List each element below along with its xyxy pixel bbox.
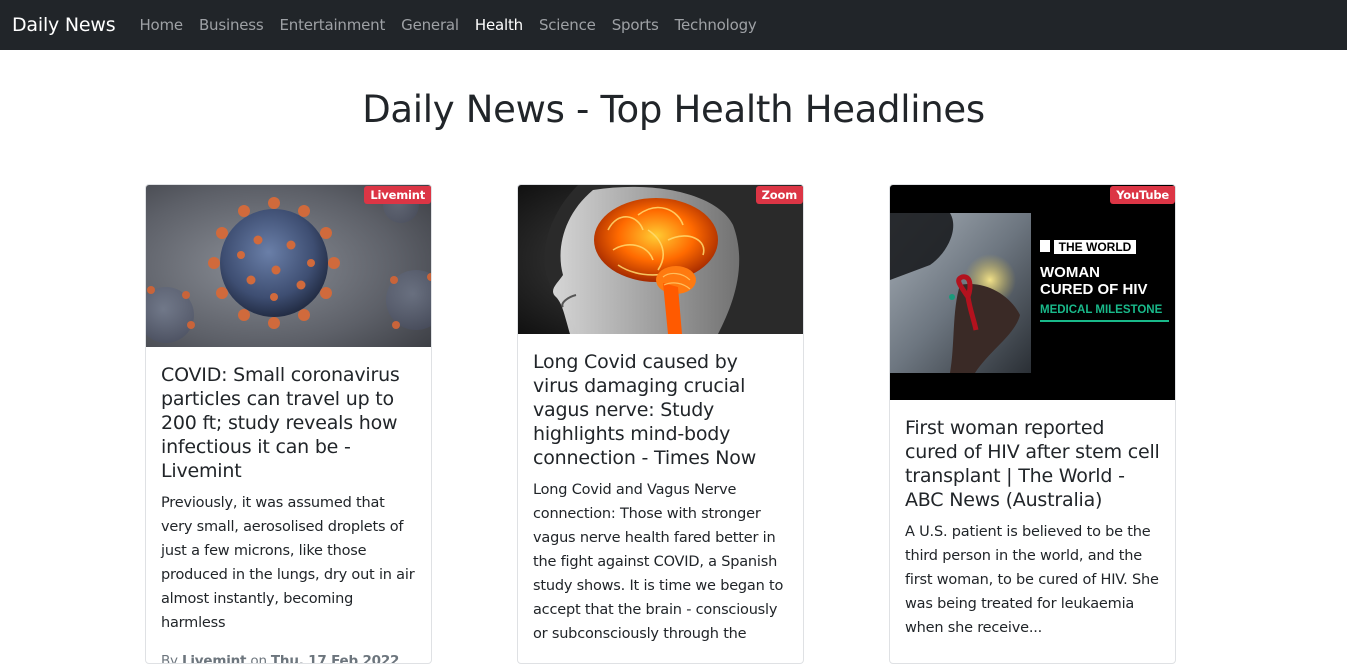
coronavirus-image <box>146 185 431 347</box>
card-image-hiv-video[interactable]: YouTube THE WORLD WOMAN CURED OF HIV MED… <box>890 185 1175 400</box>
card-title[interactable]: First woman reported cured of HIV after … <box>905 416 1160 512</box>
card-byline: By Livemint on Thu, 17 Feb 2022 <box>161 653 416 664</box>
card-description: Previously, it was assumed that very sma… <box>161 495 415 631</box>
source-badge: Zoom <box>755 186 803 204</box>
news-card: Livemint COVID: Small coronavirus partic… <box>145 184 432 664</box>
nav-link-sports[interactable]: Sports <box>604 16 667 34</box>
nav-link-technology[interactable]: Technology <box>667 16 765 34</box>
thumbnail-headline-line1: WOMAN <box>1040 264 1100 281</box>
nav-link-health[interactable]: Health <box>467 16 531 34</box>
byline-by: By <box>161 653 178 664</box>
hiv-video-thumbnail: THE WORLD WOMAN CURED OF HIV MEDICAL MIL… <box>890 185 1175 400</box>
navbar-brand[interactable]: Daily News <box>12 14 116 36</box>
news-card: YouTube THE WORLD WOMAN CURED OF HIV MED… <box>889 184 1176 664</box>
nav-link-general[interactable]: General <box>393 16 467 34</box>
source-badge: YouTube <box>1110 186 1175 204</box>
card-image-coronavirus[interactable]: Livemint <box>146 185 431 347</box>
card-image-brain[interactable]: Zoom <box>518 185 803 334</box>
byline-author: Livemint <box>181 653 247 664</box>
brain-image <box>518 185 803 334</box>
card-description: Long Covid and Vagus Nerve connection: T… <box>533 482 784 642</box>
byline-on: on <box>250 653 267 664</box>
nav-link-entertainment[interactable]: Entertainment <box>272 16 394 34</box>
news-card: Zoom Long Covid caused by virus damaging… <box>517 184 804 664</box>
card-title[interactable]: Long Covid caused by virus damaging cruc… <box>533 350 788 470</box>
byline-date: Thu, 17 Feb 2022 <box>270 653 400 664</box>
thumbnail-show-name: THE WORLD <box>1059 240 1132 254</box>
page-title: Daily News - Top Health Headlines <box>362 88 985 131</box>
nav-link-home[interactable]: Home <box>131 16 191 34</box>
nav-link-business[interactable]: Business <box>191 16 272 34</box>
thumbnail-headline-line2: CURED OF HIV <box>1040 281 1148 298</box>
card-description: A U.S. patient is believed to be the thi… <box>905 524 1159 636</box>
navbar: Daily News Home Business Entertainment G… <box>0 0 1347 50</box>
source-badge: Livemint <box>364 186 431 204</box>
card-title[interactable]: COVID: Small coronavirus particles can t… <box>161 363 416 483</box>
thumbnail-subhead: MEDICAL MILESTONE <box>1040 304 1163 316</box>
nav-link-science[interactable]: Science <box>531 16 604 34</box>
